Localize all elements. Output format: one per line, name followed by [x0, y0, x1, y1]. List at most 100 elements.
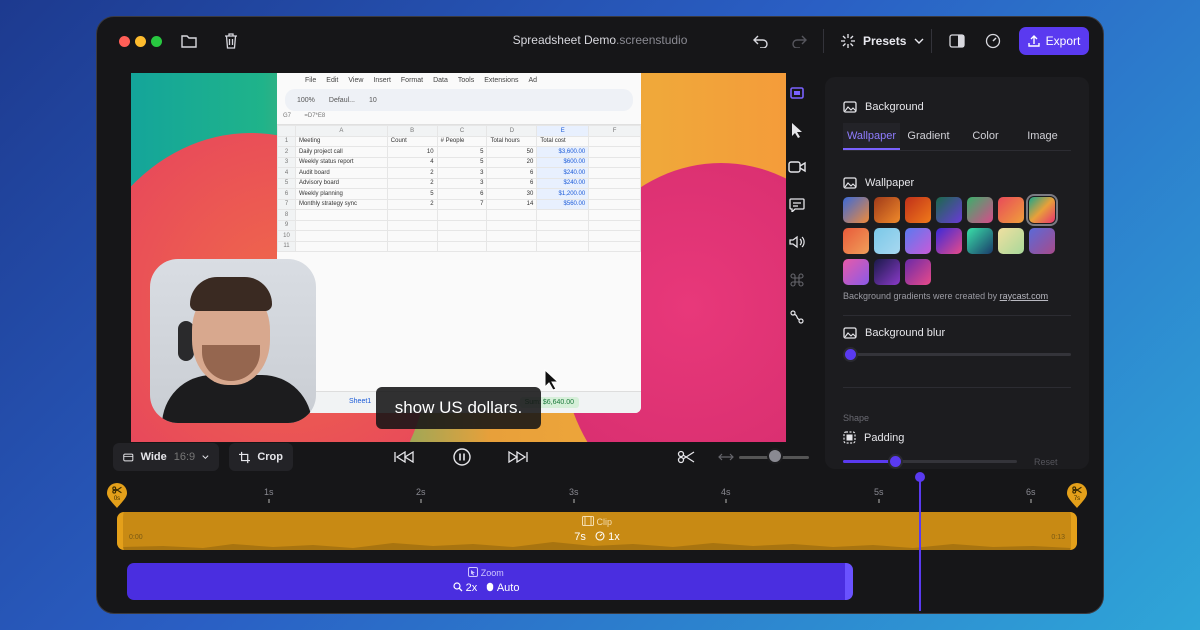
sheet-font-size: 10 — [368, 96, 377, 104]
wallpaper-swatch[interactable] — [967, 197, 993, 223]
redo-icon[interactable] — [789, 31, 809, 51]
wallpaper-swatch[interactable] — [936, 228, 962, 254]
crop-icon — [239, 451, 251, 463]
sheet-cell: 50 — [486, 146, 538, 158]
sheet-cell: $240.00 — [536, 167, 590, 179]
magnifier-icon — [452, 582, 462, 592]
pause-icon[interactable] — [451, 447, 473, 467]
cursor-tool-icon[interactable] — [787, 120, 807, 140]
tab-image[interactable]: Image — [1014, 123, 1071, 150]
ruler-label: 1s — [264, 487, 274, 497]
padding-slider-knob[interactable] — [888, 454, 903, 469]
section-divider — [843, 387, 1071, 388]
sheet-cell — [588, 188, 641, 200]
ruler-tick — [420, 499, 422, 503]
presets-button[interactable]: Presets — [841, 30, 924, 52]
wallpaper-swatch[interactable] — [905, 259, 931, 285]
export-button[interactable]: Export — [1019, 27, 1089, 55]
wallpaper-swatch[interactable] — [843, 259, 869, 285]
tab-gradient[interactable]: Gradient — [900, 123, 957, 150]
crop-button[interactable]: Crop — [229, 443, 293, 471]
blur-slider-track[interactable] — [847, 353, 1071, 356]
sheet-cell — [386, 240, 438, 252]
wallpaper-swatch[interactable] — [998, 228, 1024, 254]
sheet-row: 8 — [277, 209, 641, 221]
sheet-menu-item: Extensions — [484, 76, 519, 84]
blur-slider-knob[interactable] — [843, 347, 858, 362]
tab-color[interactable]: Color — [957, 123, 1014, 150]
trim-end-marker[interactable]: 7s — [1066, 483, 1088, 509]
chevron-down-icon — [914, 38, 924, 44]
aspect-ratio-select[interactable]: Wide 16:9 — [113, 443, 219, 471]
sheet-cell: $1,200.00 — [536, 188, 590, 200]
mouse-icon — [487, 582, 494, 592]
scissors-icon[interactable] — [675, 447, 697, 467]
export-label: Export — [1045, 34, 1081, 48]
sheet-cell — [588, 240, 641, 252]
sheet-row-header: 6 — [277, 188, 296, 200]
sheet-cell — [436, 240, 488, 252]
speed-gauge-icon[interactable] — [983, 31, 1003, 51]
clip-start-time: 0:00 — [129, 534, 143, 541]
wallpaper-swatch[interactable] — [905, 197, 931, 223]
skip-forward-icon[interactable] — [507, 447, 529, 467]
timeline-zoom-knob[interactable] — [767, 448, 783, 464]
wallpaper-swatch[interactable] — [874, 228, 900, 254]
wallpaper-swatch[interactable] — [998, 197, 1024, 223]
sheet-cell: # People — [436, 135, 488, 147]
ruler-label: 3s — [569, 487, 579, 497]
skip-back-icon[interactable] — [393, 447, 415, 467]
path-tool-icon[interactable] — [787, 307, 807, 327]
trim-start-label: 0s — [113, 496, 121, 502]
sheet-row-header: 3 — [277, 156, 296, 168]
zoom-track[interactable]: Zoom 2x Auto — [127, 563, 853, 600]
sheet-font: Defaul... — [328, 96, 355, 104]
wallpaper-swatch[interactable] — [874, 197, 900, 223]
wallpaper-swatch[interactable] — [905, 228, 931, 254]
undo-icon[interactable] — [751, 31, 771, 51]
padding-reset-button[interactable]: Reset — [1034, 457, 1058, 467]
clip-track[interactable]: Clip 7s 1x 0:00 0:13 — [117, 512, 1077, 550]
screen-tool-icon[interactable] — [787, 83, 807, 103]
sheet-cell — [588, 156, 641, 168]
playhead[interactable] — [919, 475, 921, 611]
background-tabs: Wallpaper Gradient Color Image — [843, 123, 1071, 151]
caption-overlay[interactable]: show US dollars. — [376, 387, 541, 429]
sheet-cell: $560.00 — [536, 198, 590, 210]
playhead-handle[interactable] — [915, 472, 925, 482]
tab-wallpaper[interactable]: Wallpaper — [843, 123, 900, 150]
trim-start-marker[interactable]: 0s — [106, 483, 128, 509]
sidebar-toggle-icon[interactable] — [947, 31, 967, 51]
aspect-label: Wide — [140, 451, 167, 463]
sheet-cell: 3 — [436, 177, 488, 189]
sheet-row: 6 Weekly planning 5 6 30 $1,200.00 — [277, 188, 641, 200]
audio-tool-icon[interactable] — [787, 232, 807, 252]
speed-icon — [595, 531, 605, 541]
wallpaper-swatch[interactable] — [1029, 228, 1055, 254]
camera-tool-icon[interactable] — [787, 157, 807, 177]
sheet-cell — [536, 209, 590, 221]
captions-tool-icon[interactable] — [787, 195, 807, 215]
project-name: Spreadsheet Demo — [512, 33, 617, 47]
wallpaper-swatch[interactable] — [967, 228, 993, 254]
padding-title: Padding — [864, 431, 905, 444]
preview-canvas[interactable]: File Edit View Insert Format Data Tools … — [131, 73, 786, 442]
shortcut-tool-icon[interactable] — [787, 270, 807, 290]
wallpaper-swatch[interactable] — [874, 259, 900, 285]
wallpaper-swatch[interactable] — [936, 197, 962, 223]
ruler-tick — [573, 499, 575, 503]
wallpaper-swatch[interactable] — [843, 197, 869, 223]
sheet-cell: 10 — [386, 146, 438, 158]
clip-label: Clip — [123, 516, 1071, 527]
app-window: Spreadsheet Demo.screenstudio Presets Ex… — [96, 16, 1104, 614]
ruler-tick — [878, 499, 880, 503]
recorded-spreadsheet: File Edit View Insert Format Data Tools … — [277, 73, 641, 413]
wallpaper-swatch[interactable] — [843, 228, 869, 254]
sheet-menu-item: Insert — [373, 76, 391, 84]
wallpaper-swatch-selected[interactable] — [1026, 194, 1058, 226]
sheet-cell: 5 — [436, 156, 488, 168]
sheet-col-header: D — [486, 125, 538, 137]
raycast-link[interactable]: raycast.com — [1000, 291, 1049, 301]
webcam-overlay[interactable] — [150, 259, 316, 423]
zoom-mode: Auto — [496, 582, 520, 594]
